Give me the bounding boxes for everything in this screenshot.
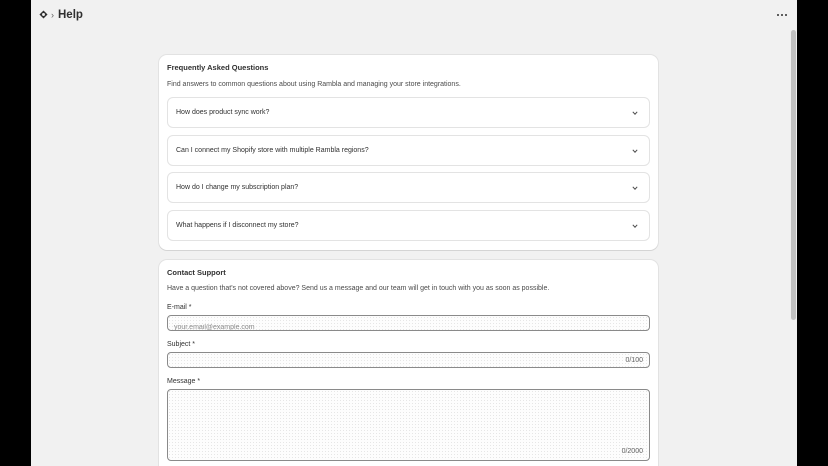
email-label: E-mail * (167, 304, 192, 311)
faq-item[interactable]: How does product sync work? (167, 97, 650, 128)
contact-description: Have a question that's not covered above… (167, 285, 550, 292)
subject-field-wrapper: 0/100 (167, 352, 650, 372)
faq-question: Can I connect my Shopify store with mult… (176, 147, 369, 154)
contact-support-card: Contact Support Have a question that's n… (159, 260, 658, 466)
message-label: Message * (167, 378, 201, 385)
faq-item[interactable]: How do I change my subscription plan? (167, 172, 650, 203)
scrollbar[interactable] (790, 30, 797, 466)
faq-item[interactable]: What happens if I disconnect my store? (167, 210, 650, 241)
chevron-down-icon (632, 111, 638, 115)
scrollbar-thumb[interactable] (791, 30, 796, 320)
chevron-down-icon (632, 186, 638, 190)
faq-question: How does product sync work? (176, 109, 270, 116)
faq-title: Frequently Asked Questions (167, 63, 269, 72)
faq-description: Find answers to common questions about u… (167, 81, 461, 88)
message-field-wrapper: 0/2000 (167, 389, 650, 461)
chevron-right-icon: › (51, 10, 54, 20)
contact-title: Contact Support (167, 268, 226, 277)
rambla-logo-icon (39, 10, 48, 19)
faq-card: Frequently Asked Questions Find answers … (159, 55, 658, 250)
subject-field[interactable] (168, 357, 649, 372)
email-field[interactable] (168, 320, 649, 335)
email-field-wrapper (167, 315, 650, 335)
faq-question: What happens if I disconnect my store? (176, 222, 299, 229)
message-char-counter: 0/2000 (621, 448, 643, 455)
subject-label: Subject * (167, 341, 196, 348)
top-bar: › Help (31, 0, 797, 30)
faq-item[interactable]: Can I connect my Shopify store with mult… (167, 135, 650, 166)
ellipsis-icon (777, 14, 779, 16)
chevron-down-icon (632, 224, 638, 228)
message-field[interactable] (168, 390, 649, 460)
more-actions-button[interactable] (775, 8, 789, 22)
page-title: Help (58, 9, 83, 21)
faq-question: How do I change my subscription plan? (176, 184, 299, 191)
chevron-down-icon (632, 149, 638, 153)
subject-char-counter: 0/100 (625, 357, 643, 364)
app-window: › Help Frequently Asked Questions Find a… (31, 0, 797, 466)
